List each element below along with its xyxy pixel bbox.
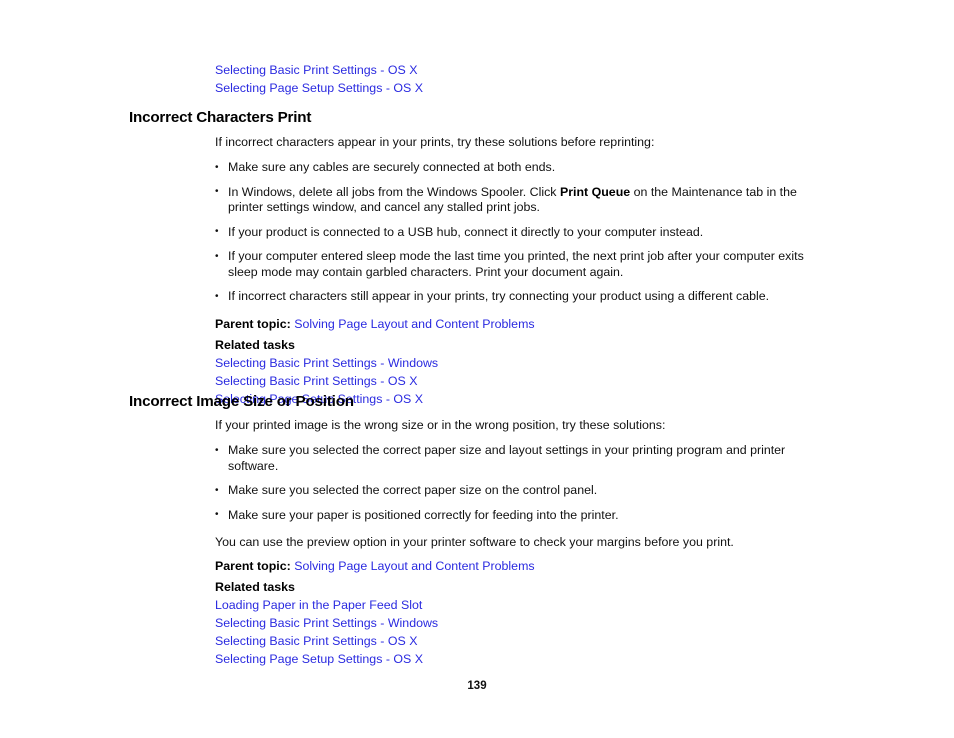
- solution-list-2: Make sure you selected the correct paper…: [215, 443, 827, 523]
- parent-topic-line-1: Parent topic: Solving Page Layout and Co…: [215, 315, 827, 333]
- related-task-link[interactable]: Selecting Basic Print Settings - Windows: [215, 354, 827, 372]
- list-item: If your product is connected to a USB hu…: [215, 224, 827, 241]
- related-task-link[interactable]: Selecting Basic Print Settings - Windows: [215, 614, 827, 632]
- list-item: Make sure you selected the correct paper…: [215, 483, 827, 499]
- parent-topic-link[interactable]: Solving Page Layout and Content Problems: [294, 559, 534, 573]
- emphasis-print-queue: Print Queue: [559, 184, 631, 199]
- section-intro: If incorrect characters appear in your p…: [215, 135, 655, 149]
- list-item: Make sure you selected the correct paper…: [215, 443, 827, 474]
- related-tasks-label: Related tasks: [215, 337, 295, 352]
- section-heading-incorrect-image-size-or-position: Incorrect Image Size or Position: [129, 393, 354, 410]
- list-item: In Windows, delete all jobs from the Win…: [215, 184, 827, 216]
- list-item: Make sure your paper is positioned corre…: [215, 507, 827, 524]
- list-item-text: In Windows, delete all jobs from the Win…: [228, 184, 560, 199]
- list-item-text: Make sure any cables are securely connec…: [228, 160, 556, 174]
- related-task-link[interactable]: Selecting Page Setup Settings - OS X: [215, 650, 827, 668]
- document-page: Selecting Basic Print Settings - OS X Se…: [0, 0, 954, 738]
- parent-topic-label: Parent topic:: [215, 559, 291, 573]
- section-body-1: If incorrect characters appear in your p…: [215, 134, 827, 408]
- list-item-text: If your computer entered sleep mode the …: [228, 249, 804, 279]
- section-heading-incorrect-characters-print: Incorrect Characters Print: [129, 109, 312, 126]
- parent-topic-label: Parent topic:: [215, 316, 291, 331]
- section-intro: If your printed image is the wrong size …: [215, 418, 666, 432]
- related-task-link[interactable]: Selecting Basic Print Settings - OS X: [215, 632, 827, 650]
- solution-list-1: Make sure any cables are securely connec…: [215, 160, 827, 305]
- section-body-2: If your printed image is the wrong size …: [215, 417, 827, 668]
- list-item-text: Make sure your paper is positioned corre…: [228, 507, 619, 522]
- list-item-text: If incorrect characters still appear in …: [228, 289, 770, 303]
- list-item: If incorrect characters still appear in …: [215, 289, 827, 305]
- parent-topic-line-2: Parent topic: Solving Page Layout and Co…: [215, 557, 827, 575]
- related-tasks-list-2: Loading Paper in the Paper Feed Slot Sel…: [215, 596, 827, 668]
- list-item: If your computer entered sleep mode the …: [215, 249, 827, 280]
- related-tasks-label: Related tasks: [215, 580, 295, 594]
- top-related-links: Selecting Basic Print Settings - OS X Se…: [215, 61, 423, 97]
- link-item[interactable]: Selecting Page Setup Settings - OS X: [215, 79, 423, 97]
- list-item-text: If your product is connected to a USB hu…: [228, 224, 704, 239]
- page-number: 139: [467, 680, 487, 692]
- parent-topic-link[interactable]: Solving Page Layout and Content Problems: [294, 317, 534, 331]
- link-item[interactable]: Selecting Basic Print Settings - OS X: [215, 61, 423, 79]
- list-item-text: Make sure you selected the correct paper…: [228, 443, 786, 473]
- list-item: Make sure any cables are securely connec…: [215, 160, 827, 176]
- list-item-text: Make sure you selected the correct paper…: [228, 483, 598, 497]
- related-task-link[interactable]: Selecting Basic Print Settings - OS X: [215, 372, 827, 390]
- related-task-link[interactable]: Loading Paper in the Paper Feed Slot: [215, 596, 827, 614]
- section-closing: You can use the preview option in your p…: [215, 535, 734, 549]
